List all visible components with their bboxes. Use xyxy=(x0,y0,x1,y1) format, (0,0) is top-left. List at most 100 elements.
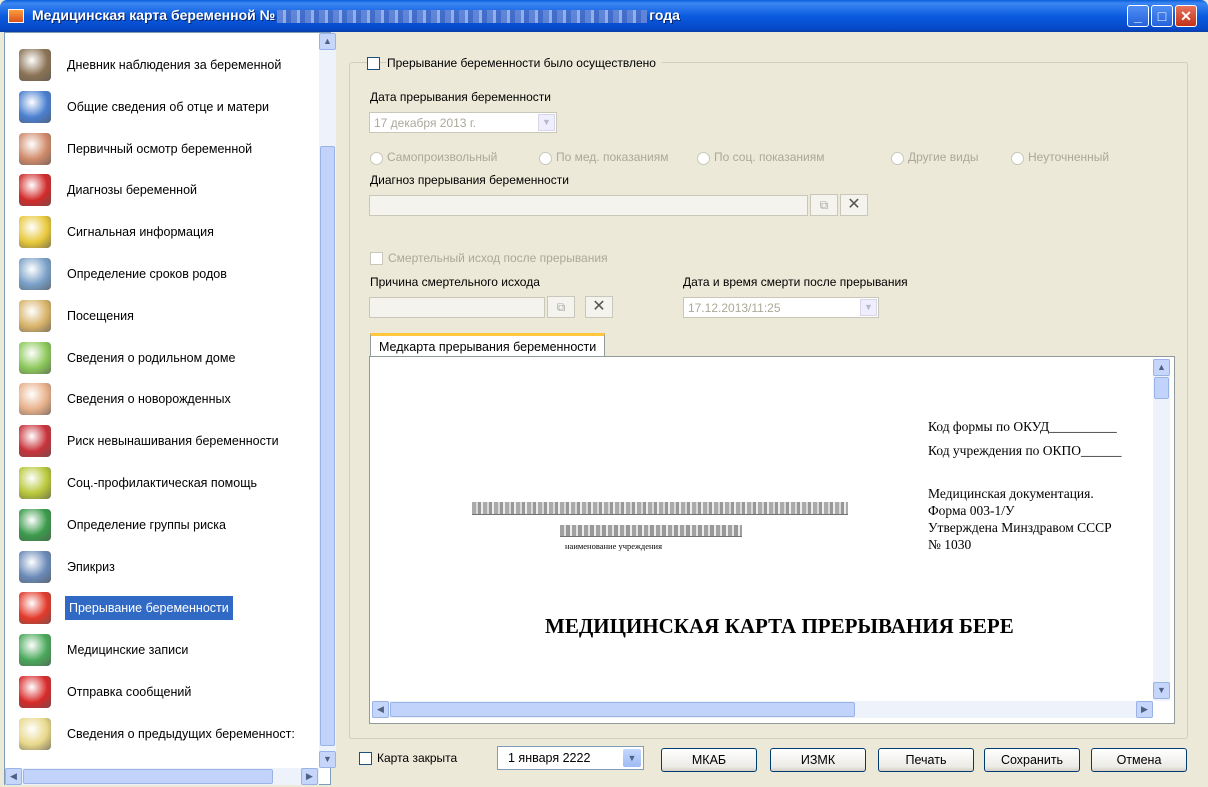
sidebar: Дневник наблюдения за беременной Общие св… xyxy=(4,32,336,785)
termination-type-radio[interactable] xyxy=(891,152,904,165)
baby-face-icon xyxy=(19,341,51,374)
sidebar-item[interactable]: Определение группы риска xyxy=(5,506,321,544)
scroll-right-icon[interactable]: ▶ xyxy=(1136,701,1153,718)
print-button[interactable]: Печать xyxy=(878,748,974,772)
cancel-button[interactable]: Отмена xyxy=(1091,748,1187,772)
sidebar-item-label: Первичный осмотр беременной xyxy=(67,141,253,156)
notepad-icon xyxy=(19,717,51,750)
chevron-down-icon[interactable]: ▼ xyxy=(538,114,555,131)
clear-diagnosis-button[interactable]: ✕ xyxy=(840,194,868,216)
risk-icon xyxy=(19,425,51,458)
pregnant-woman-icon xyxy=(19,132,51,165)
termination-type-radio[interactable] xyxy=(697,152,710,165)
sidebar-item[interactable]: Дневник наблюдения за беременной xyxy=(5,46,321,84)
sidebar-item[interactable]: Сведения о родильном доме xyxy=(5,339,321,377)
closing-date-picker[interactable]: 1 января 2222 ▼ xyxy=(497,746,644,770)
sidebar-item[interactable]: Эпикриз xyxy=(5,548,321,586)
sidebar-item[interactable]: Риск невынашивания беременности xyxy=(5,422,321,460)
scroll-left-icon[interactable]: ◀ xyxy=(5,768,22,785)
scroll-right-icon[interactable]: ▶ xyxy=(301,768,318,785)
sidebar-item[interactable]: Медицинские записи xyxy=(5,631,321,669)
sidebar-item-label: Сведения о новорожденных xyxy=(67,392,231,407)
termination-type-label: По соц. показаниям xyxy=(714,150,825,164)
card-closed-label: Карта закрыта xyxy=(377,751,458,765)
card-file-icon xyxy=(19,299,51,332)
sidebar-item-label: Определение группы риска xyxy=(67,517,227,532)
sidebar-item-label: Дневник наблюдения за беременной xyxy=(67,58,282,72)
scroll-thumb[interactable] xyxy=(1154,377,1169,399)
sidebar-item[interactable]: Сигнальная информация xyxy=(5,213,321,251)
shapes-icon xyxy=(19,508,51,541)
scroll-thumb[interactable] xyxy=(320,146,335,746)
termination-type-radio[interactable] xyxy=(370,152,383,165)
sidebar-item[interactable]: Сведения о предыдущих беременност: xyxy=(5,715,321,753)
chevron-down-icon[interactable]: ▼ xyxy=(623,749,641,767)
death-cause-field[interactable] xyxy=(369,297,545,318)
death-checkbox[interactable] xyxy=(370,252,383,265)
doc-institution-caption: наименование учреждения xyxy=(565,541,663,551)
sidebar-item[interactable]: Определение сроков родов xyxy=(5,255,321,293)
scroll-up-icon[interactable]: ▲ xyxy=(319,33,336,50)
pen-icon xyxy=(19,550,51,583)
sidebar-item[interactable]: Первичный осмотр беременной xyxy=(5,130,321,168)
clear-cause-button[interactable]: ✕ xyxy=(585,296,613,318)
sidebar-item-label: Диагнозы беременной xyxy=(67,183,198,198)
contact-card-icon xyxy=(19,90,51,123)
document-horizontal-scrollbar[interactable]: ◀ ▶ xyxy=(372,701,1153,718)
sidebar-item[interactable]: Прерывание беременности xyxy=(5,589,321,627)
sidebar-item[interactable]: Сведения о новорожденных xyxy=(5,380,321,418)
redacted-institution-name xyxy=(472,502,848,515)
sidebar-vertical-scrollbar[interactable]: ▲ ▼ xyxy=(319,33,336,768)
card-closed-checkbox[interactable] xyxy=(359,752,372,765)
sidebar-item-label: Соц.-профилактическая помощь xyxy=(67,476,257,490)
sidebar-item[interactable]: Посещения xyxy=(5,297,321,335)
scroll-left-icon[interactable]: ◀ xyxy=(372,701,389,718)
sidebar-item-label: Эпикриз xyxy=(67,559,115,574)
scroll-thumb[interactable] xyxy=(390,702,855,717)
scroll-down-icon[interactable]: ▼ xyxy=(319,751,336,768)
scroll-thumb[interactable] xyxy=(23,769,273,784)
death-datetime-picker[interactable]: 17.12.2013/11:25 ▼ xyxy=(683,297,879,318)
sidebar-item[interactable]: Соц.-профилактическая помощь xyxy=(5,464,321,502)
save-button[interactable]: Сохранить xyxy=(984,748,1080,772)
document-vertical-scrollbar[interactable]: ▲ ▼ xyxy=(1153,359,1170,701)
sidebar-item-label: Посещения xyxy=(67,308,134,323)
termination-date-picker[interactable]: 17 декабря 2013 г. ▼ xyxy=(369,112,557,133)
sidebar-item[interactable]: Отправка сообщений xyxy=(5,673,321,711)
window-title-prefix: Медицинская карта беременной № xyxy=(32,7,276,23)
calendar-icon xyxy=(19,258,51,290)
scroll-down-icon[interactable]: ▼ xyxy=(1153,682,1170,699)
records-icon xyxy=(19,634,51,667)
chevron-down-icon[interactable]: ▼ xyxy=(860,299,877,316)
diagnosis-field[interactable] xyxy=(369,195,808,216)
izmk-button[interactable]: ИЗМК xyxy=(770,748,866,772)
minimize-button[interactable]: _ xyxy=(1127,5,1149,27)
select-cause-button[interactable]: ⧉ xyxy=(547,296,575,318)
close-button[interactable]: ✕ xyxy=(1175,5,1197,27)
doc-med-doc: Медицинская документация. xyxy=(928,486,1094,501)
closing-date-value: 1 января 2222 xyxy=(508,751,591,765)
select-diagnosis-button[interactable]: ⧉ xyxy=(810,194,838,216)
termination-checkbox[interactable] xyxy=(367,57,380,70)
diary-icon xyxy=(19,49,51,81)
scroll-up-icon[interactable]: ▲ xyxy=(1153,359,1170,376)
death-cause-label: Причина смертельного исхода xyxy=(370,275,540,289)
death-checkbox-label: Смертельный исход после прерывания xyxy=(388,251,608,265)
termination-type-radio[interactable] xyxy=(1011,152,1024,165)
sidebar-item[interactable]: Общие сведения об отце и матери xyxy=(5,88,321,126)
tab-termination-card[interactable]: Медкарта прерывания беременности xyxy=(370,333,606,357)
tab-page: Код формы по ОКУД__________ Код учрежден… xyxy=(369,356,1175,724)
leaf-icon xyxy=(19,467,51,499)
termination-type-radio[interactable] xyxy=(539,152,552,165)
maximize-button[interactable]: □ xyxy=(1151,5,1173,27)
doc-heading: МЕДИЦИНСКАЯ КАРТА ПРЕРЫВАНИЯ БЕРЕ xyxy=(545,614,1014,638)
death-datetime-label: Дата и время смерти после прерывания xyxy=(683,275,908,289)
document-preview: Код формы по ОКУД__________ Код учрежден… xyxy=(372,359,1152,701)
sidebar-item-label: Сигнальная информация xyxy=(67,225,214,240)
sidebar-item-label: Риск невынашивания беременности xyxy=(67,434,279,449)
sidebar-item[interactable]: Диагнозы беременной xyxy=(5,171,321,209)
sidebar-horizontal-scrollbar[interactable]: ◀ ▶ xyxy=(5,768,319,785)
mkab-button[interactable]: МКАБ xyxy=(661,748,757,772)
sidebar-item-label: Прерывание беременности xyxy=(65,596,233,621)
diagnosis-label: Диагноз прерывания беременности xyxy=(370,173,569,187)
